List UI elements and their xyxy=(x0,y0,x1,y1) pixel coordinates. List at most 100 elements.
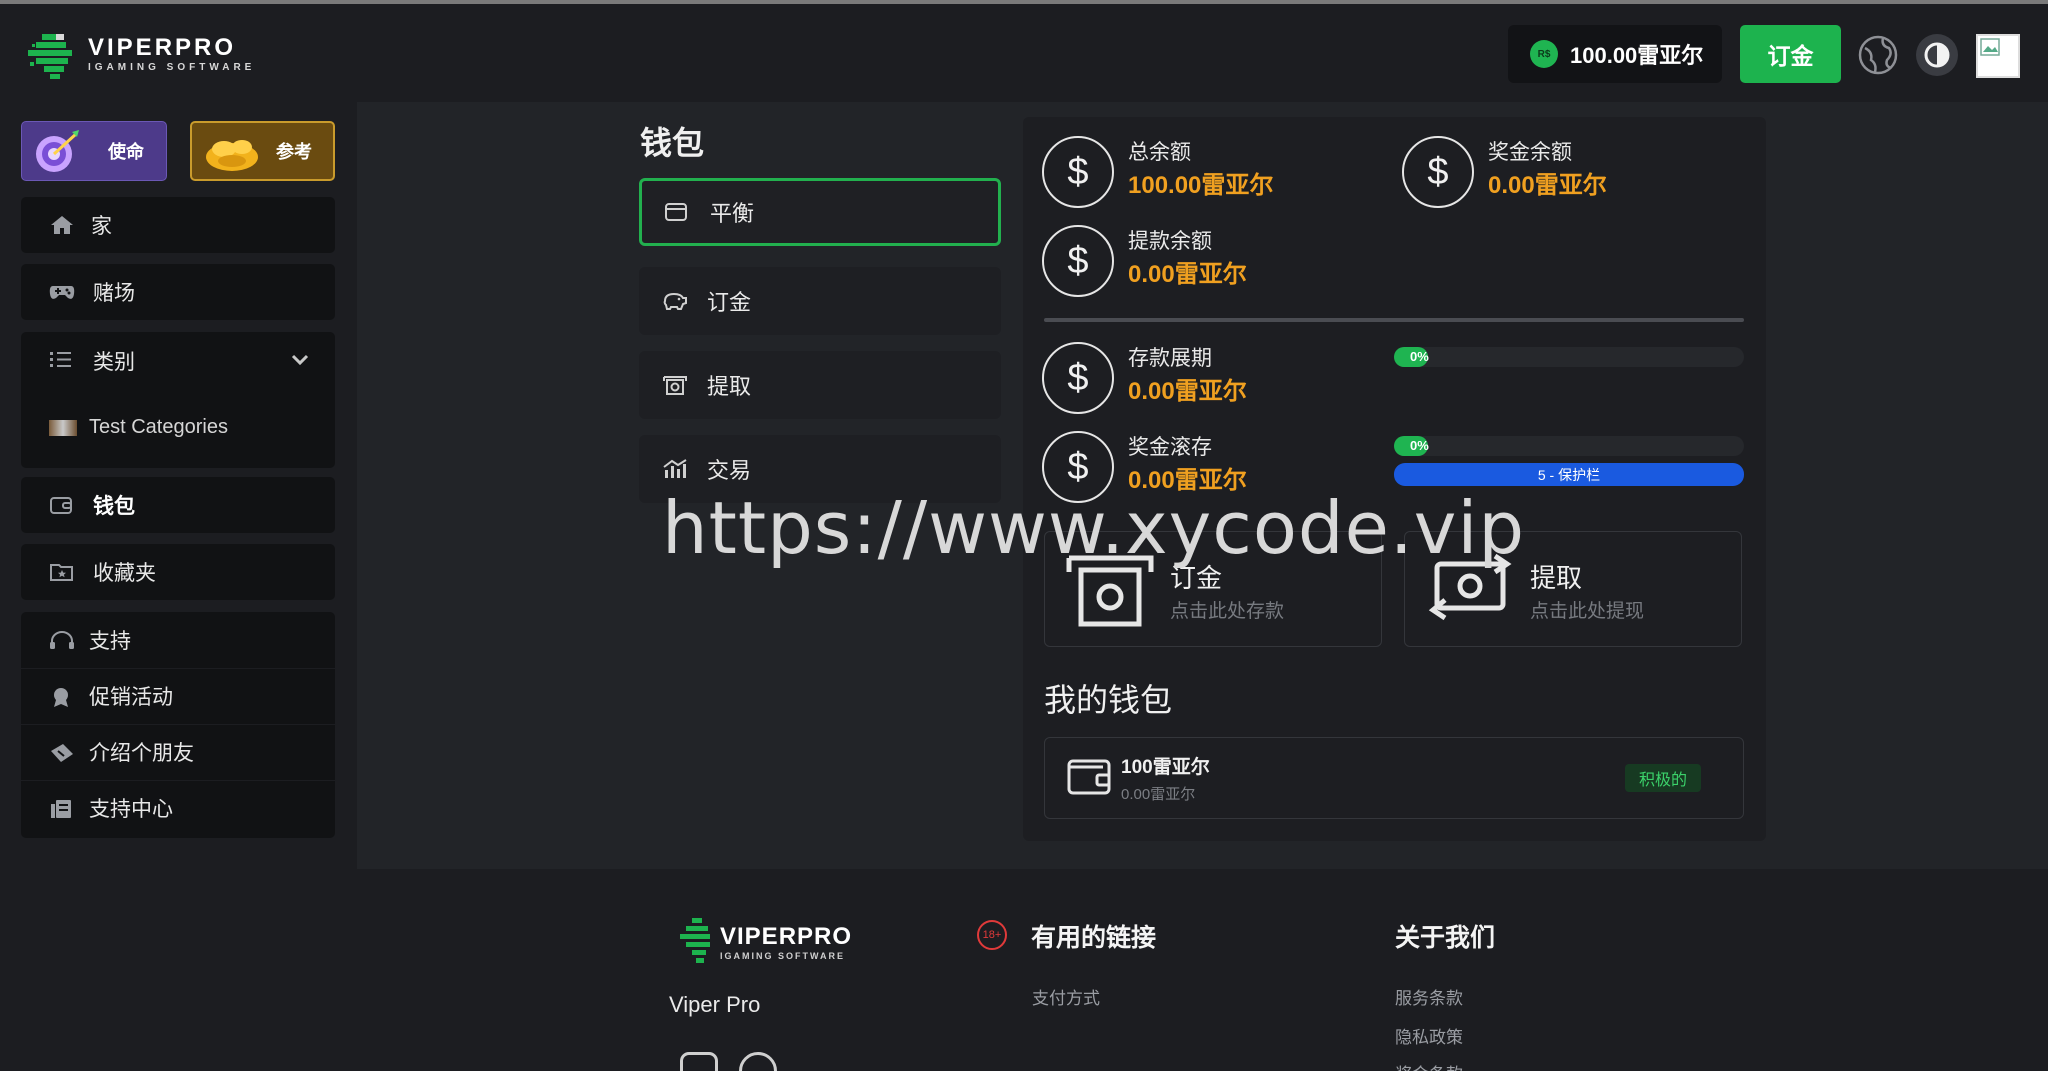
footer-logo-name: VIPERPRO xyxy=(720,923,853,950)
sidebar-item-favorites[interactable]: 收藏夹 xyxy=(21,544,335,600)
bonus-balance-value: 0.00雷亚尔 xyxy=(1488,172,1607,199)
sidebar-item-support[interactable]: 支持 xyxy=(21,612,335,668)
avatar[interactable] xyxy=(1976,34,2020,78)
sidebar-item-home[interactable]: 家 xyxy=(21,197,335,253)
total-balance-value: 100.00雷亚尔 xyxy=(1128,172,1274,199)
age-restriction-icon: 18+ xyxy=(977,920,1007,950)
piggy-bank-icon xyxy=(663,292,687,310)
about-us-heading: 关于我们 xyxy=(1395,924,1496,952)
footer-logo[interactable]: VIPERPRO IGAMING SOFTWARE xyxy=(680,916,852,968)
footer xyxy=(357,869,2048,1071)
deposit-action-subtitle: 点击此处存款 xyxy=(1170,601,1285,622)
globe-icon[interactable] xyxy=(1857,34,1899,76)
footer-link-bonus-terms[interactable]: 奖金条款 xyxy=(1395,1060,1463,1071)
dollar-icon: $ xyxy=(1042,342,1114,414)
sidebar-item-label: 类别 xyxy=(93,351,135,374)
guard-bar: 5 - 保护栏 xyxy=(1394,463,1744,486)
category-thumbnail xyxy=(49,419,77,436)
footer-link-terms[interactable]: 服务条款 xyxy=(1395,984,1463,1009)
footer-link-privacy[interactable]: 隐私政策 xyxy=(1395,1023,1463,1048)
sidebar-item-label: 收藏夹 xyxy=(93,562,156,585)
footer-logo-subtitle: IGAMING SOFTWARE xyxy=(720,951,845,961)
sidebar-item-support-center[interactable]: 支持中心 xyxy=(21,780,335,836)
mission-label: 使命 xyxy=(108,142,144,162)
reference-promo-button[interactable]: 参考 xyxy=(190,121,335,181)
chart-icon xyxy=(663,459,687,478)
headset-icon xyxy=(50,631,74,649)
balance-pill[interactable]: R$ 100.00雷亚尔 xyxy=(1508,25,1722,83)
tab-balance[interactable]: 平衡 xyxy=(639,178,1001,246)
ticket-icon xyxy=(51,744,73,762)
deposit-rollover-progress: 0% xyxy=(1394,347,1744,367)
reference-label: 参考 xyxy=(276,142,312,162)
book-icon xyxy=(51,800,71,818)
page-title: 钱包 xyxy=(640,125,705,161)
folder-star-icon xyxy=(50,564,73,581)
cash-icon xyxy=(663,376,687,395)
tab-withdraw[interactable]: 提取 xyxy=(639,351,1001,419)
my-wallet-title: 我的钱包 xyxy=(1044,682,1173,718)
tab-label: 提取 xyxy=(707,374,752,399)
viper-logo-icon xyxy=(28,34,72,79)
wallet-subvalue: 0.00雷亚尔 xyxy=(1121,786,1196,803)
tab-label: 平衡 xyxy=(710,201,755,226)
viper-logo-icon xyxy=(680,918,710,963)
coin-icon: R$ xyxy=(1530,40,1558,68)
sidebar-item-label: 促销活动 xyxy=(89,686,173,709)
wallet-icon xyxy=(665,203,687,221)
useful-links-heading: 有用的链接 xyxy=(1031,924,1157,952)
footer-link-payment[interactable]: 支付方式 xyxy=(1032,984,1100,1009)
award-icon xyxy=(54,688,68,707)
dollar-icon: $ xyxy=(1402,136,1474,208)
wallet-icon xyxy=(1067,759,1111,795)
status-badge: 积极的 xyxy=(1624,764,1701,792)
sidebar-item-refer-friend[interactable]: 介绍个朋友 xyxy=(21,724,335,780)
sidebar-item-promotions[interactable]: 促销活动 xyxy=(21,668,335,724)
sidebar-item-label: 钱包 xyxy=(93,495,135,518)
logo-subtitle: IGAMING SOFTWARE xyxy=(88,62,256,73)
sidebar-item-label: 支持中心 xyxy=(89,798,173,821)
section-divider xyxy=(1044,318,1744,322)
list-icon xyxy=(50,352,71,367)
sidebar: 使命 参考 家 赌场 类别 Test Categories 钱包 收藏夹 支持 … xyxy=(0,102,357,1071)
instagram-icon[interactable] xyxy=(680,1052,718,1071)
deposit-rollover-label: 存款展期 xyxy=(1128,347,1212,370)
deposit-rollover-value: 0.00雷亚尔 xyxy=(1128,378,1247,405)
dollar-icon: $ xyxy=(1042,225,1114,297)
progress-text: 0% xyxy=(1410,438,1429,453)
sidebar-subitem-test-categories[interactable]: Test Categories xyxy=(49,416,228,439)
logo-name: VIPERPRO xyxy=(88,34,237,61)
header-deposit-button[interactable]: 订金 xyxy=(1740,25,1841,83)
tab-deposit[interactable]: 订金 xyxy=(639,267,1001,335)
mission-promo-button[interactable]: 使命 xyxy=(21,121,167,181)
sidebar-item-wallet[interactable]: 钱包 xyxy=(21,477,335,533)
sidebar-item-label: 介绍个朋友 xyxy=(89,742,194,765)
sidebar-item-label: 家 xyxy=(91,215,112,238)
bonus-rollover-label: 奖金滚存 xyxy=(1128,436,1212,459)
wallet-icon xyxy=(50,497,72,514)
bonus-rollover-progress: 0% xyxy=(1394,436,1744,456)
sidebar-category-group: 类别 Test Categories xyxy=(21,332,335,468)
total-balance-label: 总余额 xyxy=(1128,141,1191,164)
broken-image-icon xyxy=(1980,38,2000,56)
sidebar-item-categories[interactable]: 类别 xyxy=(21,332,335,388)
logo[interactable]: VIPERPRO IGAMING SOFTWARE xyxy=(26,29,256,81)
withdraw-action-title: 提取 xyxy=(1530,563,1583,593)
theme-toggle-icon[interactable] xyxy=(1916,34,1958,76)
chevron-down-icon[interactable] xyxy=(291,354,309,366)
progress-text: 0% xyxy=(1410,349,1429,364)
dollar-icon: $ xyxy=(1042,136,1114,208)
bonus-balance-label: 奖金余额 xyxy=(1488,141,1572,164)
header-balance: 100.00雷亚尔 xyxy=(1570,43,1704,68)
sidebar-support-group: 支持 促销活动 介绍个朋友 支持中心 xyxy=(21,612,335,838)
sidebar-item-label: 支持 xyxy=(89,630,131,653)
wallet-amount: 100雷亚尔 xyxy=(1121,757,1210,778)
watermark-overlay: https://www.xycode.vip xyxy=(662,486,1526,570)
footer-brand: Viper Pro xyxy=(669,992,761,1017)
tab-label: 订金 xyxy=(707,290,752,315)
top-header: VIPERPRO IGAMING SOFTWARE R$ 100.00雷亚尔 订… xyxy=(0,4,2048,102)
sidebar-item-casino[interactable]: 赌场 xyxy=(21,264,335,320)
withdraw-balance-value: 0.00雷亚尔 xyxy=(1128,261,1247,288)
wallet-card[interactable]: 100雷亚尔 0.00雷亚尔 积极的 xyxy=(1044,737,1744,819)
gamepad-icon xyxy=(49,286,75,299)
